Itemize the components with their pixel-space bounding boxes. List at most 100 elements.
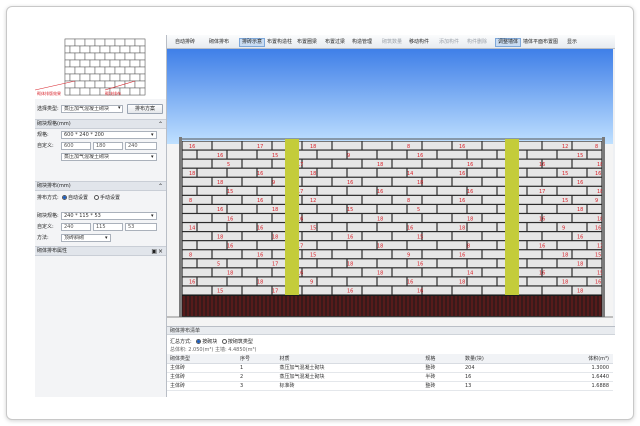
volume-summary: 总体积: 2.050(m³) 主墙: 4.4850(m³) — [170, 347, 257, 353]
block-number-label: 16 — [539, 271, 545, 277]
base-brick — [322, 296, 326, 316]
type-select[interactable]: 蒸压加气混凝土砌块 — [61, 105, 123, 113]
column-header[interactable]: 材质 — [276, 354, 423, 364]
block-number-label: 12 — [310, 198, 316, 204]
mode-auto-radio[interactable]: 自动设置 — [59, 194, 88, 203]
tab-11[interactable]: 调整墙体 — [495, 38, 522, 47]
mode-manual-radio[interactable]: 手动设置 — [91, 194, 120, 203]
material-select[interactable]: 蒸压加气混凝土砌块 — [61, 153, 157, 161]
base-brick — [398, 296, 402, 316]
base-brick — [454, 296, 458, 316]
base-brick — [326, 296, 330, 316]
tab-7[interactable]: 砌筑数量 — [382, 38, 402, 47]
tab-9[interactable]: 添加构件 — [439, 38, 459, 47]
table-cell: 1 — [236, 363, 277, 373]
wall-block — [422, 214, 452, 222]
radio-icon[interactable] — [94, 195, 99, 200]
wall-block — [182, 268, 212, 277]
wall-block — [467, 223, 497, 231]
tab-12[interactable]: 墙体平面布置图 — [523, 38, 558, 47]
block-number-label: 14 — [189, 225, 195, 231]
block-number-label: 16 — [217, 207, 223, 213]
preview-brick — [79, 73, 91, 82]
section-block-spec[interactable]: 砌块规格(mm) ⌃ — [35, 119, 166, 129]
wall-layout-canvas[interactable]: 1617188161281615916181551718161618181618… — [167, 49, 613, 326]
brick-width-input[interactable]: 115 — [93, 223, 123, 231]
base-brick — [378, 296, 382, 316]
base-brick — [390, 296, 394, 316]
tab-10[interactable]: 构件删除 — [467, 38, 487, 47]
tab-5[interactable]: 布置过梁 — [325, 38, 345, 47]
wall-block — [362, 195, 392, 204]
table-row[interactable]: 主体砖 3 标准砖 整砖 13 1.6888 — [167, 381, 613, 391]
wall-block — [587, 150, 602, 159]
tab-2[interactable]: 排砖示意 — [239, 38, 266, 47]
base-brick — [498, 296, 502, 316]
base-brick — [206, 296, 210, 316]
base-brick — [486, 296, 490, 316]
block-number-label: 16 — [595, 280, 601, 286]
table-row[interactable]: 主体砖 2 蒸压加气混凝土砌块 半砖 16 1.6440 — [167, 372, 613, 382]
block-number-label: 16 — [539, 243, 545, 249]
wall-block — [467, 168, 497, 177]
brick-height-input[interactable]: 53 — [125, 223, 157, 231]
spec-select[interactable]: 600 * 240 * 200 — [61, 131, 157, 139]
wall-elevation-drawing[interactable]: 1617188161281615916181551718161618181618… — [167, 49, 613, 326]
type-dropdown-icon[interactable]: ▾ — [118, 105, 121, 111]
layout-button[interactable]: 排布方案 — [127, 104, 163, 114]
column-header[interactable]: 体积(m³) — [528, 354, 613, 364]
spec-dropdown-icon[interactable]: ▾ — [151, 131, 154, 140]
base-brick — [302, 296, 306, 316]
block-number-label: 15 — [217, 289, 223, 295]
summary-by-block-radio[interactable]: 按砌块 — [193, 339, 217, 345]
collapse-icon[interactable]: ⌃ — [158, 120, 163, 129]
tab-8[interactable]: 移动构件 — [409, 38, 429, 47]
column-header[interactable]: 规格 — [422, 354, 462, 364]
brick-spec-dropdown-icon[interactable]: ▾ — [151, 212, 154, 221]
preview-brick — [74, 52, 86, 61]
block-number-label: 9 — [562, 225, 565, 231]
tab-13[interactable]: 显示 — [567, 38, 577, 47]
radio-icon[interactable] — [196, 339, 202, 344]
section-block-layout[interactable]: 砌块排布(mm) ⌃ — [35, 181, 166, 191]
preview-brick — [64, 87, 71, 96]
column-header[interactable]: 数量(块) — [461, 354, 529, 364]
base-brick — [358, 296, 362, 316]
tab-1[interactable]: 砌体排布 — [209, 38, 229, 47]
brick-spec-select[interactable]: 240 * 115 * 53 — [61, 212, 157, 220]
base-brick — [534, 296, 538, 316]
preview-brick — [94, 52, 106, 61]
base-brick — [506, 296, 510, 316]
radio-icon[interactable] — [221, 339, 227, 344]
brick-length-input[interactable]: 240 — [61, 223, 91, 231]
method-dropdown-icon[interactable]: ▾ — [105, 234, 108, 243]
collapse-icon[interactable]: ⌃ — [158, 182, 163, 191]
left-post — [179, 137, 182, 317]
method-select[interactable]: 顶砖斜砌 — [61, 234, 111, 242]
wall-block — [467, 259, 497, 268]
table-row[interactable]: 主体砖 1 蒸压加气混凝土砌块 整砖 204 1.3000 — [167, 363, 613, 373]
custom-width-input[interactable]: 180 — [93, 142, 123, 150]
radio-icon[interactable] — [62, 195, 67, 200]
summary-by-type-radio[interactable]: 按砌筑类型 — [219, 339, 253, 345]
tab-4[interactable]: 布置圈梁 — [297, 38, 317, 47]
tab-3[interactable]: 布置构造柱 — [267, 38, 292, 47]
base-brick — [278, 296, 282, 316]
section-layout-attributes[interactable]: 砌体排布属性 ▣ × — [35, 246, 166, 256]
tab-6[interactable]: 构造管理 — [352, 38, 372, 47]
column-header[interactable]: 砌体类型 — [167, 354, 237, 364]
column-header[interactable]: 序号 — [236, 354, 277, 364]
base-brick — [450, 296, 454, 316]
pin-icon[interactable]: ▣ — [151, 247, 157, 256]
tab-0[interactable]: 自动排砖 — [175, 38, 195, 47]
preview-brick — [124, 80, 136, 89]
radio-label: 按砌块 — [202, 339, 218, 345]
custom-length-input[interactable]: 600 — [61, 142, 91, 150]
custom-height-input[interactable]: 240 — [125, 142, 157, 150]
material-dropdown-icon[interactable]: ▾ — [151, 153, 154, 162]
close-icon[interactable]: × — [158, 247, 163, 256]
spec-row: 规格: 600 * 240 * 200 ▾ — [35, 131, 166, 140]
wall-block — [527, 223, 557, 231]
base-brick — [518, 296, 522, 316]
block-number-label: 18 — [257, 280, 263, 286]
